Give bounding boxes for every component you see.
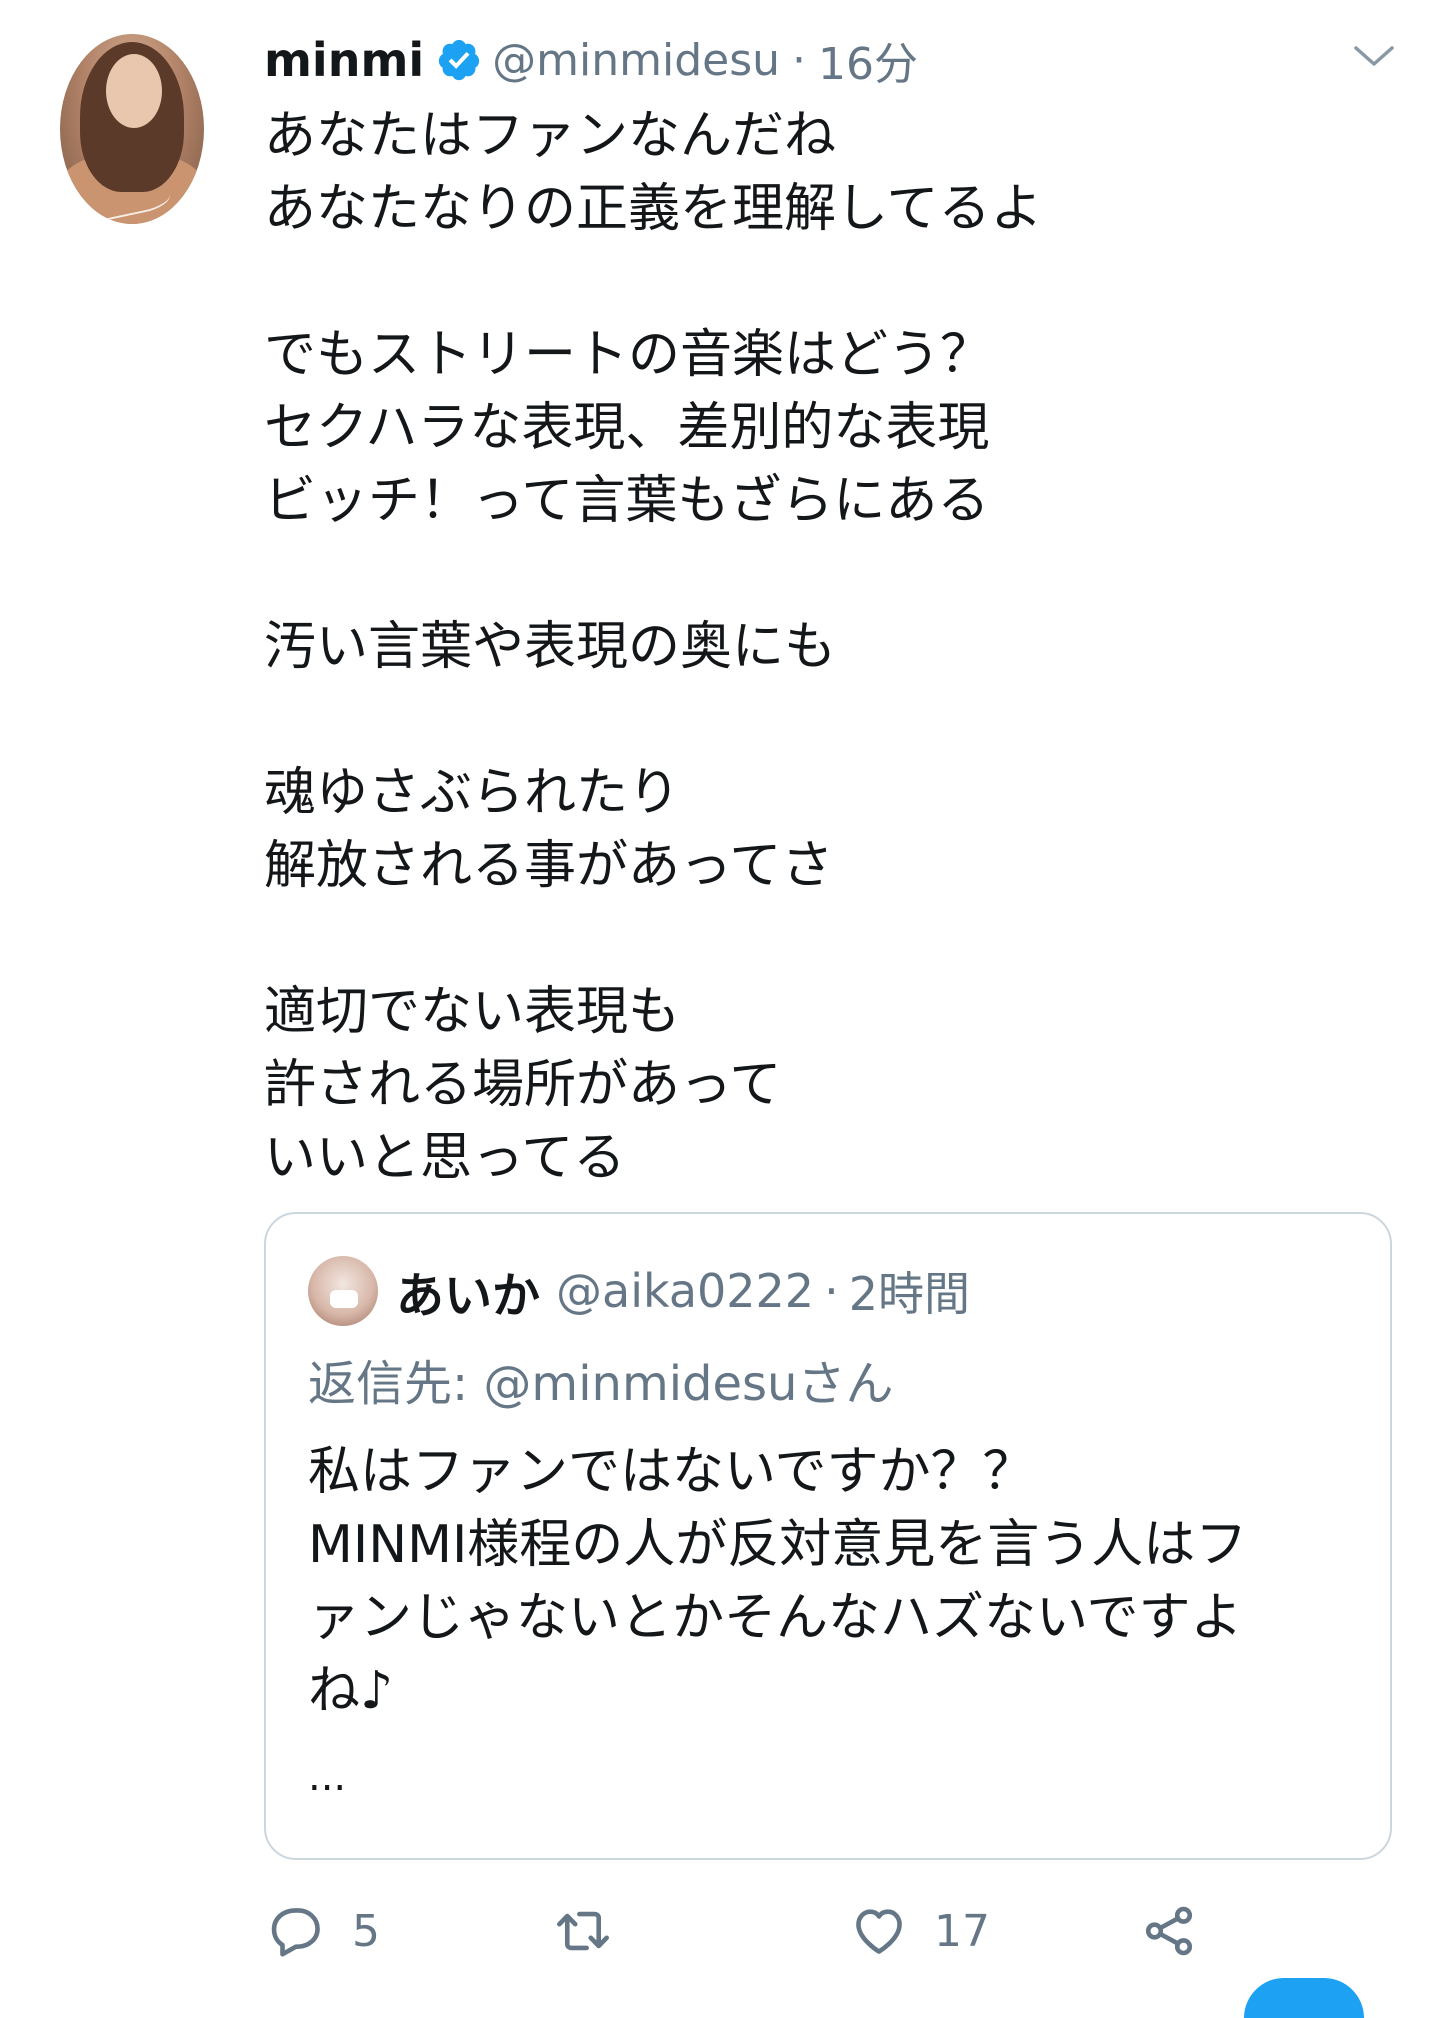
reply-count: 5 — [352, 1905, 380, 1957]
quoted-tweet-card[interactable]: あいか @aika0222 · 2時間 返信先: @minmidesuさん 私は… — [264, 1212, 1392, 1860]
tweet-text: あなたはファンなんだね あなたなりの正義を理解してるよ でもストリートの音楽はど… — [264, 100, 1364, 1195]
quoted-author-handle: @aika0222 — [556, 1264, 815, 1318]
tweet-line: 汚い言葉や表現の奥にも — [264, 617, 837, 677]
heart-icon — [856, 1909, 902, 1954]
tweet-line: 魂ゆさぶられたり — [264, 763, 681, 823]
tweet-line: 解放される事があってさ — [264, 836, 834, 896]
share-button[interactable] — [1140, 1896, 1198, 1966]
chevron-down-icon[interactable] — [1350, 40, 1398, 72]
quoted-avatar-mask — [330, 1290, 358, 1308]
retweet-icon — [557, 1911, 609, 1951]
retweet-button[interactable] — [554, 1896, 638, 1966]
quoted-tweet-ellipsis: ... — [308, 1754, 347, 1800]
author-handle[interactable]: @minmidesu — [492, 35, 780, 86]
tweet-line: セクハラな表現、差別的な表現 — [264, 398, 990, 458]
tweet-line: あなたなりの正義を理解してるよ — [264, 179, 1043, 239]
compose-fab-edge[interactable] — [1244, 1978, 1364, 2018]
like-count: 17 — [934, 1905, 990, 1957]
verified-badge-icon — [439, 39, 480, 81]
tweet-line: あなたはファンなんだね — [264, 106, 837, 166]
quoted-author-avatar — [308, 1256, 378, 1326]
quoted-tweet-timestamp: 2時間 — [848, 1267, 970, 1321]
tweet-line — [264, 538, 1364, 611]
quoted-tweet-line: 私はファンではないですか？？ — [308, 1442, 1035, 1502]
quoted-header-separator: · — [824, 1264, 839, 1318]
quoted-author-name: あいか — [396, 1268, 541, 1324]
share-icon — [1145, 1906, 1193, 1956]
quoted-tweet-header: あいか @aika0222 · 2時間 — [396, 1258, 970, 1324]
tweet-action-bar: 5 17 — [264, 1896, 1392, 1966]
tweet-line: 許される場所があって — [264, 1055, 782, 1115]
tweet-line — [264, 684, 1364, 757]
avatar-face — [106, 54, 162, 128]
tweet-line — [264, 903, 1364, 976]
tweet-header: minmi @minmidesu · 16分 — [264, 30, 918, 90]
quoted-tweet-line: ね♪ — [308, 1661, 394, 1721]
tweet-line: いいと思ってる — [264, 1128, 626, 1188]
reply-button[interactable]: 5 — [268, 1896, 380, 1966]
tweet-line: ビッチ！って言葉もざらにある — [264, 471, 990, 531]
quoted-tweet-line: ァンじゃないとかそんなハズないですよ — [308, 1588, 1243, 1648]
reply-to-label: 返信先: @minmidesuさん — [308, 1356, 894, 1412]
tweet-line: 適切でない表現も — [264, 982, 681, 1042]
author-avatar[interactable] — [60, 34, 204, 224]
header-separator: · — [792, 34, 807, 86]
quoted-tweet-line: MINMI様程の人が反対意見を言う人はフ — [308, 1515, 1248, 1575]
tweet-line — [264, 246, 1364, 319]
tweet-timestamp[interactable]: 16分 — [818, 28, 918, 92]
author-name[interactable]: minmi — [264, 33, 424, 87]
like-button[interactable]: 17 — [850, 1896, 990, 1966]
tweet-line: でもストリートの音楽はどう？ — [264, 325, 993, 385]
quoted-tweet-text: 私はファンではないですか？？ MINMI様程の人が反対意見を言う人はフ ァンじゃ… — [308, 1436, 1368, 1728]
reply-icon — [271, 1908, 320, 1957]
